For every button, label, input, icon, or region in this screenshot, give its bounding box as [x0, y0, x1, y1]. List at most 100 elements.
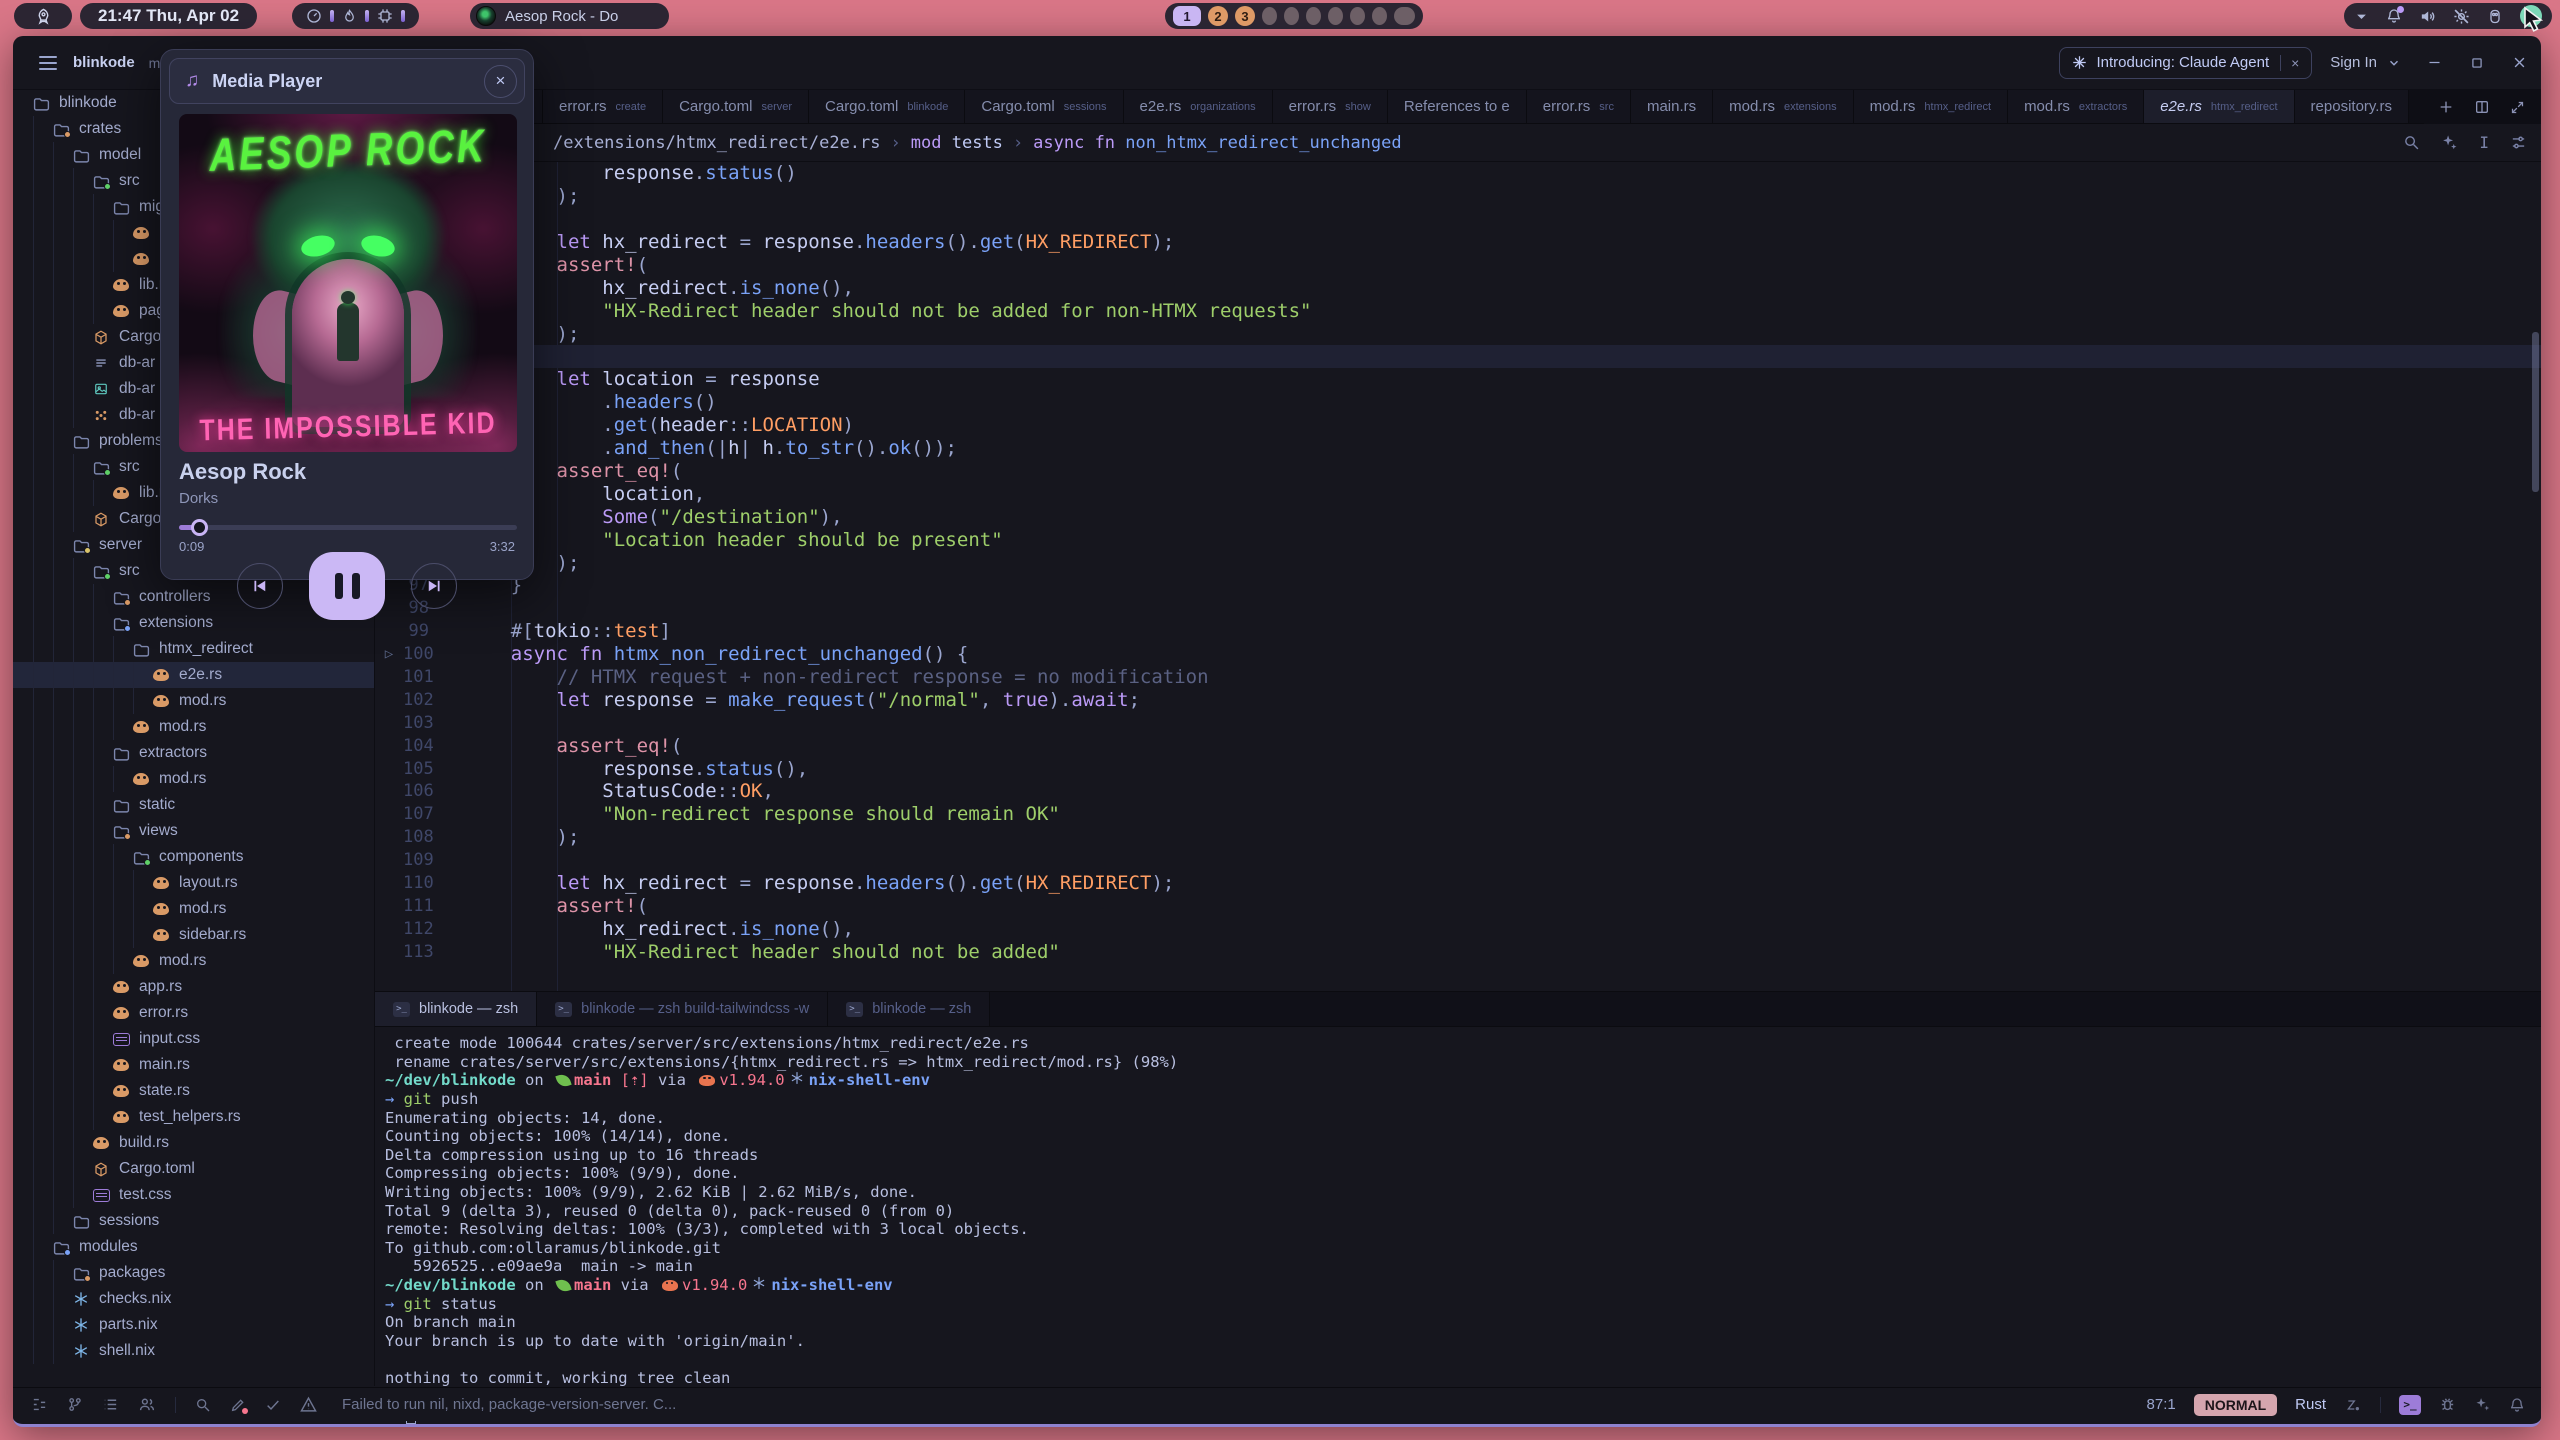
workspace-dot[interactable]: [1284, 7, 1299, 25]
tab-mod.rs[interactable]: mod.rsextractors: [2008, 90, 2144, 123]
breadcrumb[interactable]: /extensions/htmx_redirect/e2e.rs›mod tes…: [375, 124, 2541, 162]
new-tab-plus-icon[interactable]: [2438, 99, 2454, 115]
search-icon[interactable]: [195, 1397, 211, 1413]
language-label[interactable]: Rust: [2295, 1396, 2326, 1413]
tree-item-error.rs[interactable]: error.rs: [13, 1000, 374, 1026]
bell-icon[interactable]: [2509, 1397, 2525, 1413]
tree-item-sidebar.rs[interactable]: sidebar.rs: [13, 922, 374, 948]
tree-item-htmx-redirect[interactable]: htmx_redirect: [13, 636, 374, 662]
minimize-button[interactable]: [2427, 55, 2442, 70]
media-player-close-button[interactable]: ×: [484, 65, 517, 98]
tree-item-state.rs[interactable]: state.rs: [13, 1078, 374, 1104]
workspace-button[interactable]: 3: [1235, 6, 1255, 26]
tab-error.rs[interactable]: error.rscreate: [543, 90, 663, 123]
check-icon[interactable]: [265, 1397, 281, 1413]
tab-Cargo.toml[interactable]: Cargo.tomlserver: [663, 90, 809, 123]
git-branch-icon[interactable]: [67, 1396, 83, 1413]
tree-item-mod.rs[interactable]: mod.rs: [13, 948, 374, 974]
tab-mod.rs[interactable]: mod.rsextensions: [1713, 90, 1853, 123]
tab-e2e.rs[interactable]: e2e.rsorganizations: [1124, 90, 1273, 123]
expand-pane-icon[interactable]: [2510, 100, 2525, 115]
terminal-toggle-icon[interactable]: >_: [2399, 1395, 2421, 1415]
tree-item-layout.rs[interactable]: layout.rs: [13, 870, 374, 896]
edit-prediction-icon[interactable]: [2344, 1397, 2362, 1413]
tab-e2e.rs[interactable]: e2e.rshtmx_redirect: [2144, 90, 2294, 123]
tree-item-shell.nix[interactable]: shell.nix: [13, 1338, 374, 1364]
seek-thumb[interactable]: [191, 519, 208, 536]
tab-Cargo.toml[interactable]: Cargo.tomlsessions: [965, 90, 1123, 123]
tree-item-build.rs[interactable]: build.rs: [13, 1130, 374, 1156]
sign-in-button[interactable]: Sign In: [2330, 54, 2377, 71]
night-owl-icon[interactable]: [2487, 8, 2503, 25]
editor-scrollbar[interactable]: [2532, 332, 2539, 492]
tree-item-e2e.rs[interactable]: e2e.rs: [13, 662, 374, 688]
idle-inhibitor-off-icon[interactable]: [2453, 8, 2470, 25]
tab-main.rs[interactable]: main.rs: [1631, 90, 1713, 123]
tree-item-mod.rs[interactable]: mod.rs: [13, 896, 374, 922]
workspace-dot[interactable]: [1350, 7, 1365, 25]
menu-hamburger-icon[interactable]: [39, 56, 57, 70]
next-track-button[interactable]: [411, 563, 457, 609]
tree-item-test-helpers.rs[interactable]: test_helpers.rs: [13, 1104, 374, 1130]
warning-triangle-icon[interactable]: [300, 1396, 317, 1413]
cursor-position[interactable]: 87:1: [2147, 1396, 2176, 1413]
workspace-dot[interactable]: [1262, 7, 1277, 25]
maximize-button[interactable]: [2470, 56, 2484, 70]
code-editor[interactable]: 79 response.status()80 );8182 let hx_red…: [375, 162, 2541, 991]
search-icon[interactable]: [2403, 134, 2420, 151]
tab-error.rs[interactable]: error.rsshow: [1273, 90, 1388, 123]
tree-item-main.rs[interactable]: main.rs: [13, 1052, 374, 1078]
launcher-button[interactable]: [14, 3, 72, 29]
system-stats[interactable]: [292, 3, 419, 29]
workspace-button[interactable]: 2: [1208, 6, 1228, 26]
tree-item-mod.rs[interactable]: mod.rs: [13, 688, 374, 714]
tab-error.rs[interactable]: error.rssrc: [1527, 90, 1631, 123]
tab-repository.rs[interactable]: repository.rs: [2295, 90, 2409, 123]
tree-item-packages[interactable]: packages: [13, 1260, 374, 1286]
workspace-switcher[interactable]: 123: [1165, 3, 1423, 29]
run-test-button[interactable]: ▷: [375, 646, 403, 662]
media-player-header[interactable]: ♫ Media Player ×: [169, 58, 525, 104]
editor-settings-sliders-icon[interactable]: [2510, 134, 2527, 151]
tree-item-modules[interactable]: modules: [13, 1234, 374, 1260]
tree-item-components[interactable]: components: [13, 844, 374, 870]
workspace-active[interactable]: 1: [1173, 6, 1201, 26]
workspace-dot[interactable]: [1394, 7, 1415, 25]
assistant-sparkle-icon[interactable]: [2474, 1396, 2491, 1413]
tree-item-app.rs[interactable]: app.rs: [13, 974, 374, 1000]
tree-item-mod.rs[interactable]: mod.rs: [13, 714, 374, 740]
outline-icon[interactable]: [102, 1396, 119, 1413]
workspace-dot[interactable]: [1306, 7, 1321, 25]
inline-assist-sparkle-icon[interactable]: [2441, 134, 2458, 151]
terminal-output[interactable]: create mode 100644 crates/server/src/ext…: [375, 1027, 2541, 1424]
selection-mode-icon[interactable]: I: [2479, 133, 2489, 152]
workspace-dot[interactable]: [1372, 7, 1387, 25]
clock[interactable]: 21:47 Thu, Apr 02: [80, 3, 257, 29]
tree-item-parts.nix[interactable]: parts.nix: [13, 1312, 374, 1338]
tree-item-input.css[interactable]: input.css: [13, 1026, 374, 1052]
project-name[interactable]: blinkode: [73, 54, 135, 71]
seek-slider[interactable]: [179, 519, 517, 536]
pause-button[interactable]: [309, 552, 385, 620]
tree-item-mod.rs[interactable]: mod.rs: [13, 766, 374, 792]
split-pane-icon[interactable]: [2474, 99, 2490, 115]
tree-item-checks.nix[interactable]: checks.nix: [13, 1286, 374, 1312]
claude-agent-banner[interactable]: Introducing: Claude Agent ×: [2059, 47, 2312, 79]
tab-References-to-e[interactable]: References to e: [1388, 90, 1527, 123]
chevron-down-icon[interactable]: [2354, 9, 2369, 24]
tree-item-static[interactable]: static: [13, 792, 374, 818]
now-playing-widget[interactable]: Aesop Rock - Do: [470, 3, 669, 29]
tree-item-extractors[interactable]: extractors: [13, 740, 374, 766]
sign-in-chevron-icon[interactable]: [2387, 56, 2401, 70]
close-button[interactable]: [2512, 55, 2527, 70]
tab-mod.rs[interactable]: mod.rshtmx_redirect: [1854, 90, 2008, 123]
tree-item-sessions[interactable]: sessions: [13, 1208, 374, 1234]
tree-item-test.css[interactable]: test.css: [13, 1182, 374, 1208]
tree-item-views[interactable]: views: [13, 818, 374, 844]
terminal-tab[interactable]: >_blinkode — zsh: [375, 992, 537, 1026]
tree-item-Cargo.toml[interactable]: Cargo.toml: [13, 1156, 374, 1182]
banner-close-icon[interactable]: ×: [2280, 55, 2299, 71]
media-player-window[interactable]: ♫ Media Player × AESOP ROCK THE IMPOSSIB…: [160, 49, 534, 580]
diagnostics-edit-button[interactable]: [230, 1397, 246, 1413]
debug-bug-icon[interactable]: [2439, 1396, 2456, 1413]
